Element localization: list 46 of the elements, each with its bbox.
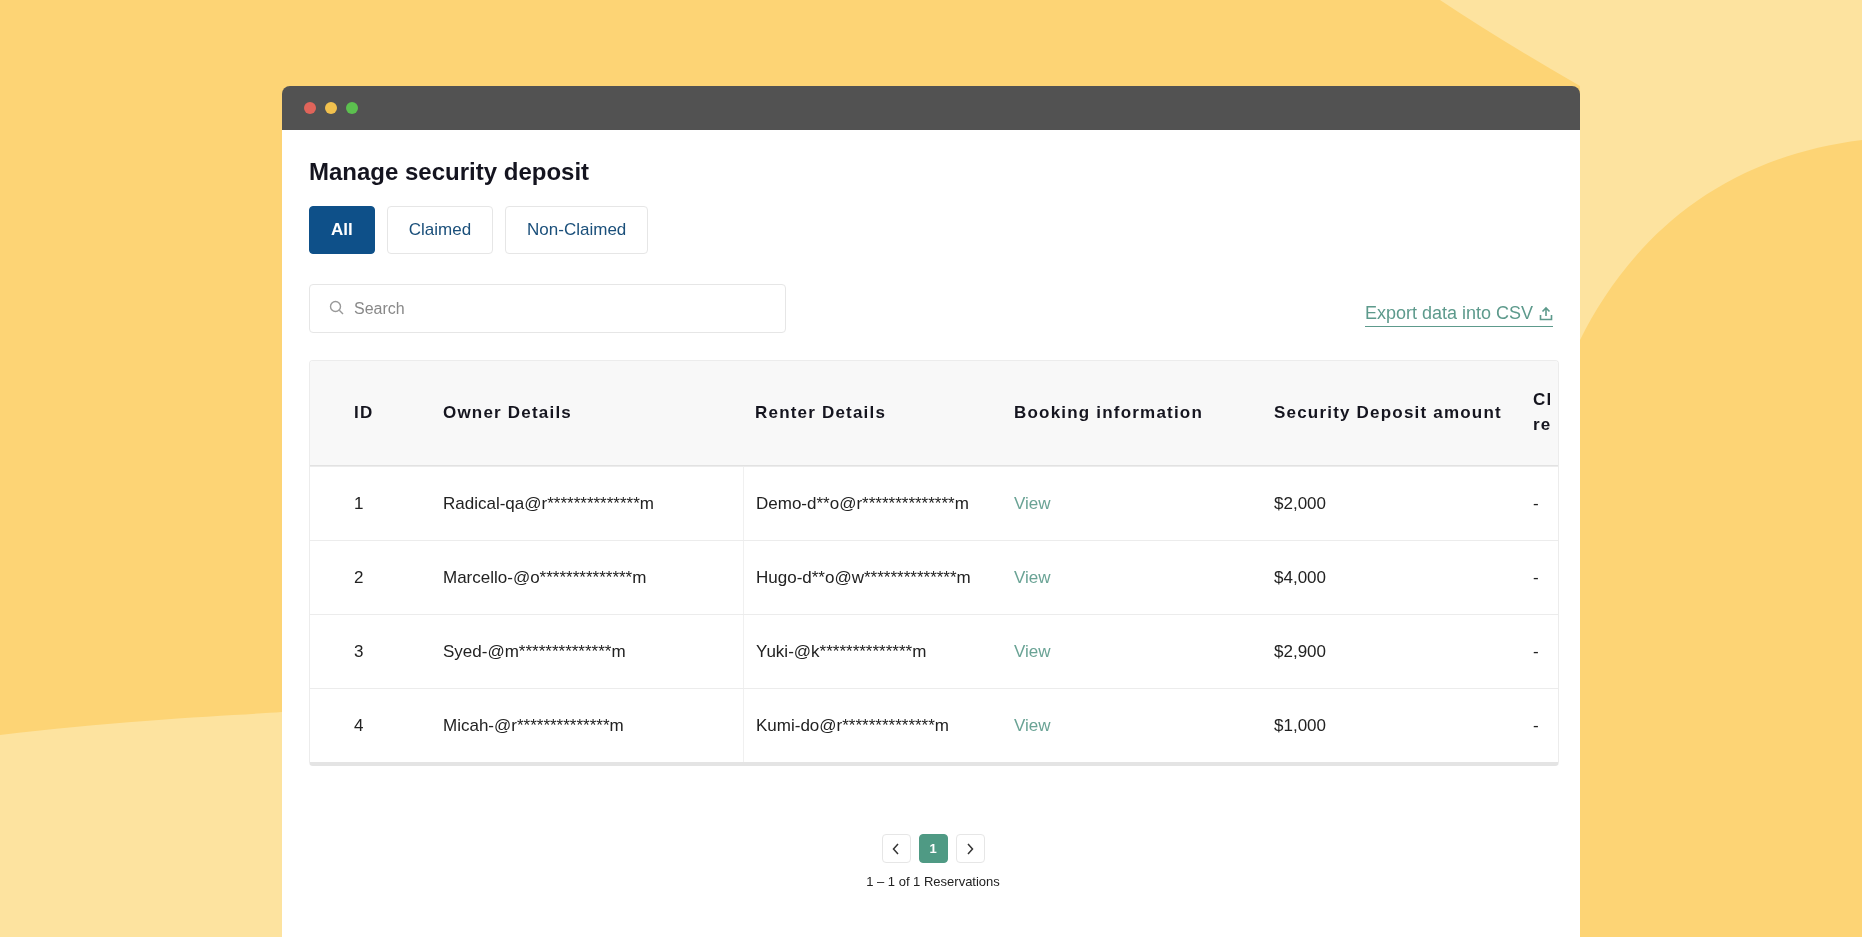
table-cell: Yuki-@k**************m bbox=[743, 615, 1014, 688]
filter-tab[interactable]: All bbox=[309, 206, 375, 254]
column-header: Owner Details bbox=[443, 401, 573, 424]
view-link[interactable]: View bbox=[1014, 493, 1081, 513]
window-control-icon[interactable] bbox=[304, 102, 316, 114]
table-cell-text: Syed-@m**************m bbox=[443, 641, 627, 662]
pagination-summary: 1 – 1 of 1 Reservations bbox=[866, 874, 1000, 889]
table-cell: Kumi-do@r**************m bbox=[743, 689, 1014, 762]
table-cell-text: Marcello-@o**************m bbox=[443, 567, 648, 588]
column-header: Booking information bbox=[1014, 401, 1204, 424]
table-cell-text: Micah-@r**************m bbox=[443, 715, 625, 736]
view-link[interactable]: View bbox=[1014, 715, 1081, 735]
table-cell-text: - bbox=[1533, 567, 1540, 588]
window-control-icon[interactable] bbox=[325, 102, 337, 114]
export-csv-link[interactable]: Export data into CSV bbox=[1364, 303, 1553, 327]
table-cell-text: $2,000 bbox=[1274, 493, 1327, 514]
table-cell-text: $2,900 bbox=[1274, 641, 1327, 662]
table-cell: Hugo-d**o@w**************m bbox=[743, 541, 1014, 614]
chevron-right-icon bbox=[966, 842, 974, 855]
page-number-button[interactable]: 1 bbox=[918, 834, 948, 863]
column-header: Renter Details bbox=[755, 401, 888, 424]
filter-tab[interactable]: Claimed bbox=[386, 206, 494, 254]
table-cell-text: - bbox=[1533, 641, 1540, 662]
table-cell-text: 1 bbox=[354, 493, 365, 514]
filter-tab[interactable]: Non-Claimed bbox=[505, 206, 649, 254]
table-cell-text: 2 bbox=[354, 567, 365, 588]
column-header: Cl re bbox=[1533, 389, 1554, 436]
chevron-left-icon bbox=[892, 842, 900, 855]
table-cell-text: - bbox=[1533, 493, 1540, 514]
table-cell-text: $4,000 bbox=[1274, 567, 1327, 588]
view-link[interactable]: View bbox=[1014, 641, 1081, 661]
column-header: Security Deposit amount bbox=[1274, 401, 1503, 424]
table-cell-text: 3 bbox=[354, 641, 365, 662]
column-header: ID bbox=[354, 401, 375, 424]
table-cell-text: Radical-qa@r**************m bbox=[443, 493, 655, 514]
table-cell-text: - bbox=[1533, 715, 1540, 736]
page-title: Manage security deposit bbox=[309, 158, 591, 186]
view-link[interactable]: View bbox=[1014, 567, 1081, 587]
table-cell-text: 4 bbox=[354, 715, 365, 736]
table-cell-text: $1,000 bbox=[1274, 715, 1327, 736]
page-next-button[interactable] bbox=[955, 834, 985, 863]
window-control-icon[interactable] bbox=[346, 102, 358, 114]
table-cell: Demo-d**o@r**************m bbox=[743, 467, 1014, 540]
page-previous-button[interactable] bbox=[881, 834, 911, 863]
search-field[interactable]: Search bbox=[309, 284, 786, 333]
upload-icon bbox=[1539, 306, 1553, 321]
